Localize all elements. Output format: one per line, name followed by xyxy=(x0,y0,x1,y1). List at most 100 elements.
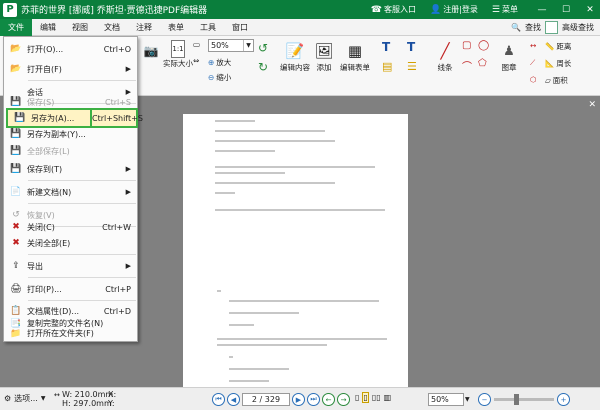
zoom-out-icon: ⊖ xyxy=(208,73,215,82)
perimeter-tool[interactable]: ⟋ xyxy=(530,58,535,68)
menu-tools[interactable]: 工具 xyxy=(192,19,224,36)
zoom-out-label: 缩小 xyxy=(216,73,232,82)
text-line xyxy=(215,209,385,211)
options-label: 选项... xyxy=(14,394,38,403)
text-line xyxy=(215,166,375,168)
main-menu-button[interactable]: ☰ 菜单 xyxy=(492,4,518,15)
menu-comment[interactable]: 注释 xyxy=(128,19,160,36)
headset-icon: ☎ xyxy=(370,4,382,15)
facing-icon[interactable]: ▯▯ xyxy=(372,393,381,402)
zoom-select[interactable]: 50% ▼ xyxy=(208,39,254,52)
area-label-wrap: ▱ 面积 xyxy=(545,75,568,86)
text-tool[interactable]: T xyxy=(382,40,390,54)
maximize-button[interactable]: ☐ xyxy=(556,0,576,19)
close-tab-icon[interactable]: ✕ xyxy=(588,100,596,110)
facing-continuous-icon[interactable]: ▥ xyxy=(384,393,392,402)
fit-page-button[interactable]: ▭ xyxy=(193,40,200,49)
menu-item-label: 打开所在文件夹(F) xyxy=(27,329,94,338)
menu-item-open[interactable]: 📂 打开(O)... Ctrl+O xyxy=(4,39,137,59)
menu-item-print[interactable]: 🖨 打印(P)... Ctrl+P xyxy=(4,279,137,299)
menu-document[interactable]: 文档 xyxy=(96,19,128,36)
status-zoom-select[interactable]: 50% ▼ xyxy=(428,393,470,406)
camera-tool[interactable]: 📷 xyxy=(140,40,162,62)
minimize-button[interactable]: — xyxy=(532,0,552,19)
gear-icon: ⚙ xyxy=(4,394,12,403)
polyline-tool[interactable]: ⌒ xyxy=(462,58,472,73)
menu-item-save-copy[interactable]: 💾 另存为副本(Y)... xyxy=(4,127,137,141)
callout-tool[interactable]: ☰ xyxy=(407,60,417,73)
single-page-icon[interactable]: ▯ xyxy=(355,393,359,402)
stamp-icon: ♟ xyxy=(503,43,515,59)
submenu-arrow-icon: ▶ xyxy=(125,165,131,173)
text-line xyxy=(215,172,285,174)
view-modes: ▯ ▯ ▯▯ ▥ xyxy=(355,392,391,403)
edit-content-tool[interactable]: 📝 编辑内容 xyxy=(280,40,310,73)
fit-width-button[interactable]: ⇔ xyxy=(193,56,199,65)
rotate-right-button[interactable]: ↻ xyxy=(258,60,268,74)
new-document-icon: 📄 xyxy=(10,187,22,197)
menu-item-save[interactable]: 💾 保存(S) Ctrl+S xyxy=(4,95,137,109)
note-tool[interactable]: ▤ xyxy=(382,60,392,73)
menu-item-export[interactable]: ⇪ 导出 ▶ xyxy=(4,256,137,276)
rotate-left-button[interactable]: ↺ xyxy=(258,41,268,55)
first-page-button[interactable]: ⏮ xyxy=(212,393,225,406)
menu-edit[interactable]: 编辑 xyxy=(32,19,64,36)
zoom-slider[interactable] xyxy=(494,394,554,405)
text-line xyxy=(229,380,269,382)
text-box-tool[interactable]: T xyxy=(407,40,415,54)
menu-item-shortcut: Ctrl+P xyxy=(105,284,131,294)
rectangle-tool[interactable]: ▢ xyxy=(462,40,471,51)
menu-item-open-folder[interactable]: 📁 打开所在文件夹(F) xyxy=(4,326,137,341)
line-tool[interactable]: ╱ 线条 xyxy=(434,40,456,73)
actual-size-tool[interactable]: 1:1 实际大小 xyxy=(163,40,193,69)
last-page-button[interactable]: ⏭ xyxy=(307,393,320,406)
text-line xyxy=(217,344,327,346)
customer-service-link[interactable]: ☎ 客服入口 xyxy=(371,4,416,15)
login-link[interactable]: 👤 注册|登录 xyxy=(430,4,478,15)
close-window-button[interactable]: ✕ xyxy=(580,0,600,19)
ellipse-tool[interactable]: ◯ xyxy=(478,40,489,51)
menu-item-open-from[interactable]: 📂 打开自(F) ▶ xyxy=(4,59,137,79)
text-line xyxy=(215,130,325,132)
app-logo: P xyxy=(3,2,17,17)
menu-item-save-as[interactable]: 💾 另存为(A)... xyxy=(6,108,92,128)
menu-item-save-all[interactable]: 💾 全部保存(L) xyxy=(4,141,137,161)
stamp-tool[interactable]: ♟ 图章 xyxy=(498,40,520,73)
area-icon: ⬡ xyxy=(530,75,537,84)
polygon-tool[interactable]: ⬠ xyxy=(478,58,487,69)
page-input[interactable]: 2 / 329 xyxy=(242,393,290,406)
zoom-out-button[interactable]: ⊖ 缩小 xyxy=(208,72,231,83)
find-button[interactable]: 查找 xyxy=(525,22,541,33)
advanced-search-icon xyxy=(545,20,558,34)
menu-file[interactable]: 文件 xyxy=(0,18,32,36)
menu-item-new-document[interactable]: 📄 新建文档(N) ▶ xyxy=(4,182,137,202)
menu-item-label: 打开(O)... xyxy=(27,44,64,54)
menu-view[interactable]: 视图 xyxy=(64,19,96,36)
distance-label: 距离 xyxy=(556,42,572,51)
add-tool[interactable]: 🖼 添加 xyxy=(313,40,335,73)
rotate-left-icon: ↺ xyxy=(258,41,269,55)
edit-form-tool[interactable]: ▦ 编辑表单 xyxy=(340,40,370,73)
print-icon: 🖨 xyxy=(10,284,22,294)
text-line xyxy=(229,324,254,326)
distance-tool[interactable]: ↔ xyxy=(530,41,536,50)
forward-button[interactable]: → xyxy=(337,393,350,406)
save-as-shortcut-box[interactable]: Ctrl+Shift+S xyxy=(92,108,143,128)
next-page-button[interactable]: ▶ xyxy=(292,393,305,406)
advanced-search-button[interactable]: 高级查找 xyxy=(562,22,594,33)
zoom-in-button[interactable]: ⊕ 放大 xyxy=(208,57,231,68)
options-button[interactable]: ⚙ 选项... ▼ xyxy=(4,393,45,404)
title-bar-right: ☎ 客服入口 👤 注册|登录 ☰ 菜单 — ☐ ✕ xyxy=(371,0,600,19)
continuous-icon[interactable]: ▯ xyxy=(362,392,369,403)
menu-form[interactable]: 表单 xyxy=(160,19,192,36)
prev-page-button[interactable]: ◀ xyxy=(227,393,240,406)
area-tool[interactable]: ⬡ xyxy=(530,75,537,84)
zoom-slider-handle[interactable] xyxy=(514,394,519,405)
y-readout: Y: xyxy=(108,399,115,408)
menu-item-close-all[interactable]: ✖ 关闭全部(E) xyxy=(4,233,137,253)
status-zoom-in-button[interactable]: + xyxy=(557,393,570,406)
status-zoom-out-button[interactable]: − xyxy=(478,393,491,406)
back-button[interactable]: ← xyxy=(322,393,335,406)
menu-item-save-to[interactable]: 💾 保存到(T) ▶ xyxy=(4,159,137,179)
menu-window[interactable]: 窗口 xyxy=(224,19,256,36)
